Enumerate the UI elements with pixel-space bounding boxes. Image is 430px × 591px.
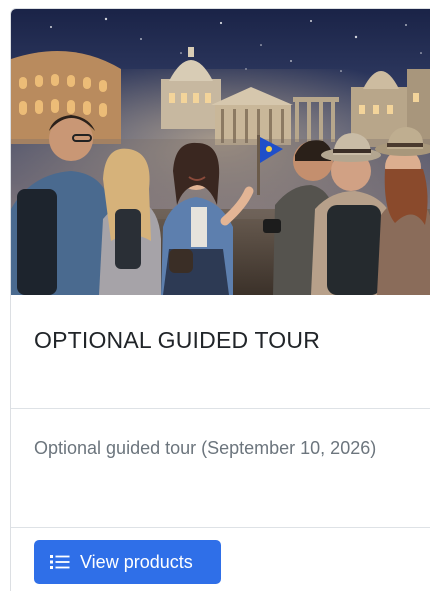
card-header: OPTIONAL GUIDED TOUR xyxy=(11,295,430,409)
view-products-label: View products xyxy=(80,551,193,572)
card-body: Optional guided tour (September 10, 2026… xyxy=(11,409,430,528)
card-description: Optional guided tour (September 10, 2026… xyxy=(34,438,377,458)
product-card: OPTIONAL GUIDED TOUR Optional guided tou… xyxy=(10,8,430,591)
tour-photo xyxy=(11,9,430,295)
card-title: OPTIONAL GUIDED TOUR xyxy=(34,327,321,353)
view-products-button[interactable]: View products xyxy=(34,540,221,584)
list-icon xyxy=(50,554,70,570)
